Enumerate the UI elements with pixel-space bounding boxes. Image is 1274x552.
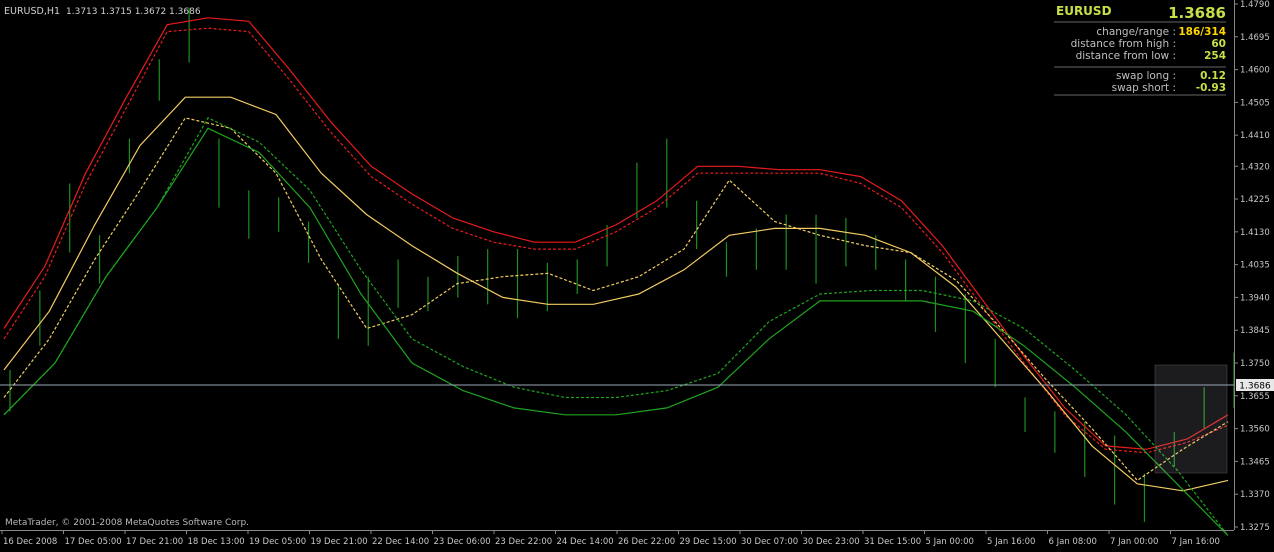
- price-tick-label: 1.3275: [1240, 523, 1270, 533]
- panel-row-label: swap long :: [1116, 70, 1176, 82]
- price-tick-label: 1.3370: [1240, 490, 1270, 500]
- price-tick-label: 1.4790: [1240, 0, 1270, 10]
- time-tick-label: 7 Jan 00:00: [1110, 537, 1158, 547]
- time-tick-label: 6 Jan 08:00: [1049, 537, 1097, 547]
- panel-price: 1.3686: [1168, 4, 1226, 22]
- time-tick-label: 23 Dec 06:00: [434, 537, 491, 547]
- time-tick-label: 17 Dec 05:00: [65, 537, 122, 547]
- time-tick-label: 26 Dec 22:00: [618, 537, 675, 547]
- time-tick-label: 23 Dec 22:00: [495, 537, 552, 547]
- time-tick-label: 7 Jan 16:00: [1172, 537, 1220, 547]
- price-tick-label: 1.4695: [1240, 33, 1270, 43]
- panel-symbol: EURUSD: [1056, 4, 1112, 18]
- time-tick-label: 16 Dec 2008: [3, 537, 57, 547]
- time-tick-label: 5 Jan 00:00: [926, 537, 974, 547]
- price-chart[interactable]: 1.4790 1.4695 1.4600 1.4505 1.4410 1.4320 1.42…: [0, 0, 1274, 548]
- price-tick-label: 1.3940: [1240, 293, 1270, 303]
- time-tick-label: 24 Dec 14:00: [557, 537, 614, 547]
- copyright-text: MetaTrader, © 2001-2008 MetaQuotes Softw…: [5, 518, 249, 528]
- highlight-box: [1154, 364, 1228, 474]
- price-tick-label: 1.4600: [1240, 66, 1270, 76]
- price-tick-label: 1.3750: [1240, 359, 1270, 369]
- time-tick-label: 29 Dec 15:00: [680, 537, 737, 547]
- price-tick-label: 1.4130: [1240, 228, 1270, 238]
- panel-row-value: 60: [1211, 38, 1226, 50]
- chart-background: [0, 0, 1274, 548]
- time-tick-label: 30 Dec 23:00: [803, 537, 860, 547]
- price-tick-label: 1.3465: [1240, 457, 1270, 467]
- time-tick-label: 31 Dec 15:00: [864, 537, 921, 547]
- panel-row-value: 186/314: [1178, 26, 1226, 38]
- ohlc-header: 1.3713 1.3715 1.3672 1.3686: [66, 7, 201, 17]
- price-tick-label: 1.3560: [1240, 425, 1270, 435]
- panel-row-label: distance from high :: [1071, 38, 1176, 50]
- panel-row-value: 0.12: [1200, 70, 1226, 82]
- chart-title: EURUSD,H1: [4, 6, 60, 17]
- price-tick-label: 1.4225: [1240, 195, 1270, 205]
- time-tick-label: 17 Dec 21:00: [126, 537, 183, 547]
- current-price-label: 1.3686: [1239, 382, 1271, 392]
- panel-row-label: distance from low :: [1076, 50, 1176, 62]
- price-tick-label: 1.4410: [1240, 131, 1270, 141]
- price-tick-label: 1.3845: [1240, 326, 1270, 336]
- time-tick-label: 19 Dec 05:00: [249, 537, 306, 547]
- panel-row-label: change/range :: [1096, 26, 1176, 38]
- time-tick-label: 30 Dec 07:00: [741, 537, 798, 547]
- price-tick-label: 1.4035: [1240, 261, 1270, 271]
- panel-row-value: -0.93: [1196, 82, 1226, 94]
- time-tick-label: 19 Dec 21:00: [311, 537, 368, 547]
- panel-row-value: 254: [1204, 50, 1226, 62]
- panel-row-label: swap short :: [1112, 82, 1176, 94]
- time-tick-label: 18 Dec 13:00: [188, 537, 245, 547]
- chart-window[interactable]: 1.4790 1.4695 1.4600 1.4505 1.4410 1.4320 1.42…: [0, 0, 1274, 548]
- price-tick-label: 1.3655: [1240, 392, 1270, 402]
- time-tick-label: 22 Dec 14:00: [372, 537, 429, 547]
- time-tick-label: 5 Jan 16:00: [987, 537, 1035, 547]
- price-tick-label: 1.4320: [1240, 162, 1270, 172]
- price-tick-label: 1.4505: [1240, 98, 1270, 108]
